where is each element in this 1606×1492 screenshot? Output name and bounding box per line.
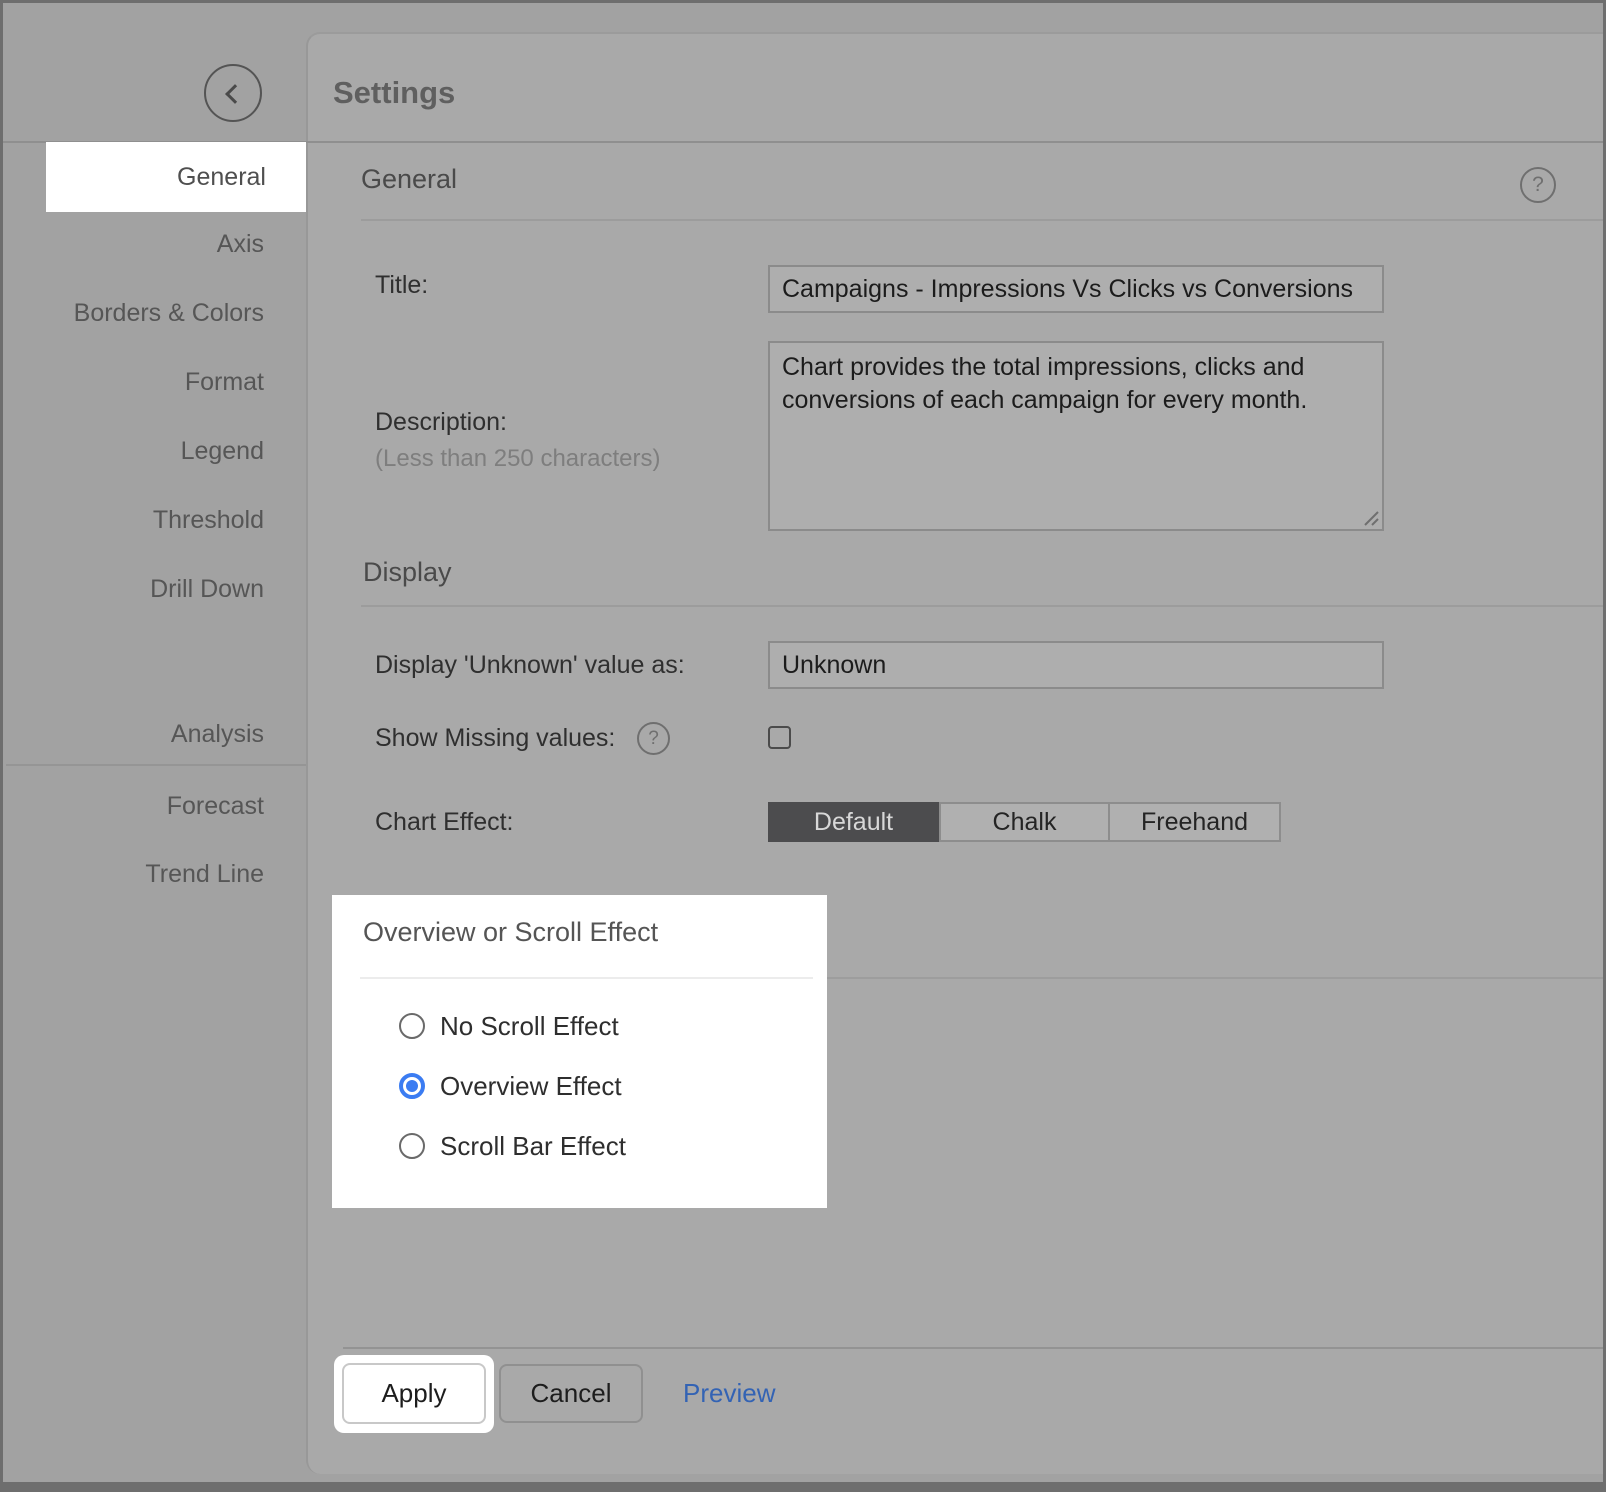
display-section-divider (361, 605, 1603, 607)
display-section-header: Display (363, 550, 452, 594)
description-textarea[interactable]: Chart provides the total impressions, cl… (768, 341, 1384, 531)
sidebar-item-legend[interactable]: Legend (3, 417, 306, 485)
radio-label: Overview Effect (440, 1071, 622, 1102)
sidebar-item-threshold[interactable]: Threshold (3, 486, 306, 554)
radio-selected-icon (399, 1073, 425, 1099)
description-label-text: Description: (375, 408, 660, 437)
sidebar-item-analysis[interactable]: Analysis (3, 700, 306, 768)
show-missing-label: Show Missing values: (375, 715, 615, 761)
preview-link[interactable]: Preview (671, 1364, 787, 1423)
radio-circle-icon (399, 1133, 425, 1159)
sidebar-item-borders-colors[interactable]: Borders & Colors (3, 279, 306, 347)
sidebar-item-trend-line[interactable]: Trend Line (3, 840, 306, 908)
radio-label: Scroll Bar Effect (440, 1131, 626, 1162)
radio-label: No Scroll Effect (440, 1011, 619, 1042)
sidebar-section-divider (6, 764, 306, 766)
help-icon[interactable]: ? (1520, 167, 1556, 203)
radio-circle-icon (399, 1013, 425, 1039)
description-label: Description: (Less than 250 characters) (375, 408, 660, 473)
sidebar-item-format[interactable]: Format (3, 348, 306, 416)
description-hint: (Less than 250 characters) (375, 445, 660, 473)
cancel-button[interactable]: Cancel (499, 1364, 643, 1423)
general-section-divider (361, 219, 1603, 221)
chart-effect-label: Chart Effect: (375, 800, 514, 844)
chart-effect-default-button[interactable]: Default (768, 802, 939, 842)
title-input[interactable]: Campaigns - Impressions Vs Clicks vs Con… (768, 265, 1384, 313)
apply-button[interactable]: Apply (342, 1363, 486, 1424)
title-label: Title: (375, 261, 428, 309)
chart-effect-chalk-button[interactable]: Chalk (939, 802, 1110, 842)
show-missing-checkbox[interactable] (768, 726, 791, 749)
radio-no-scroll-effect[interactable]: No Scroll Effect (399, 1011, 619, 1041)
overview-section-header: Overview or Scroll Effect (363, 917, 658, 948)
show-missing-help-icon[interactable]: ? (637, 722, 670, 755)
chevron-left-icon (225, 84, 245, 104)
chart-effect-freehand-button[interactable]: Freehand (1110, 802, 1281, 842)
footer-divider (343, 1347, 1603, 1349)
radio-overview-effect[interactable]: Overview Effect (399, 1071, 622, 1101)
resize-grip-icon[interactable] (1359, 506, 1379, 526)
description-text: Chart provides the total impressions, cl… (782, 353, 1307, 414)
overview-header-divider (360, 977, 813, 979)
sidebar-item-general[interactable]: General (46, 142, 306, 212)
sidebar-item-forecast[interactable]: Forecast (3, 772, 306, 840)
radio-scroll-bar-effect[interactable]: Scroll Bar Effect (399, 1131, 626, 1161)
settings-overlay: Settings General Axis Borders & Colors F… (3, 3, 1603, 1482)
overview-scroll-effect-section: Overview or Scroll Effect No Scroll Effe… (332, 895, 827, 1208)
chart-effect-group: Default Chalk Freehand (768, 802, 1281, 842)
screenshot-frame: Settings General Axis Borders & Colors F… (0, 0, 1606, 1492)
unknown-value-input[interactable]: Unknown (768, 641, 1384, 689)
back-button[interactable] (204, 64, 262, 122)
general-section-header: General (361, 157, 457, 201)
panel-title: Settings (333, 63, 455, 123)
sidebar-item-drill-down[interactable]: Drill Down (3, 555, 306, 623)
radio-dot (406, 1080, 418, 1092)
unknown-value-label: Display 'Unknown' value as: (375, 641, 685, 689)
sidebar-item-axis[interactable]: Axis (3, 210, 306, 278)
